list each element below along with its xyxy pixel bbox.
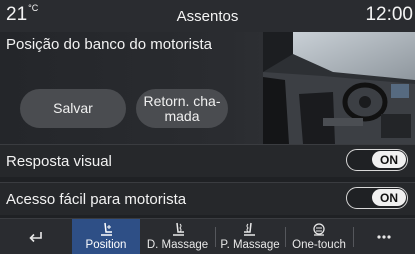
toggle-state: ON bbox=[372, 151, 406, 168]
back-button[interactable] bbox=[0, 219, 72, 254]
passenger-massage-icon bbox=[244, 222, 255, 236]
car-interior-image bbox=[263, 32, 415, 144]
clock: 12:00 bbox=[365, 4, 413, 25]
toggle-state: ON bbox=[372, 189, 406, 206]
setting-row-easy-access: Acesso fácil para motorista ON bbox=[0, 182, 415, 215]
tab-position[interactable]: Position bbox=[72, 219, 140, 254]
setting-label: Acesso fácil para motorista bbox=[6, 191, 187, 208]
tab-driver-massage[interactable]: D. Massage bbox=[140, 219, 215, 254]
save-position-button[interactable]: Salvar bbox=[20, 89, 126, 128]
tab-passenger-massage[interactable]: P. Massage bbox=[215, 219, 285, 254]
driver-massage-icon bbox=[172, 222, 184, 236]
driver-seat-position-panel: Posição do banco do motorista Salvar Ret… bbox=[0, 32, 415, 144]
recall-label-line1: Retorn. cha- bbox=[143, 92, 221, 109]
tab-label: One-touch bbox=[292, 239, 346, 251]
back-arrow-icon bbox=[29, 232, 42, 243]
one-touch-icon bbox=[313, 223, 325, 236]
recall-position-button[interactable]: Retorn. cha- mada bbox=[136, 89, 228, 128]
visual-response-toggle[interactable]: ON bbox=[346, 149, 408, 171]
recall-label-line2: mada bbox=[164, 107, 200, 124]
bottom-tab-bar: Position D. Massage P. Massage One-touch bbox=[0, 218, 415, 254]
easy-access-toggle[interactable]: ON bbox=[346, 187, 408, 209]
setting-label: Resposta visual bbox=[6, 153, 112, 170]
more-icon bbox=[377, 235, 391, 239]
tab-label: Position bbox=[85, 239, 127, 251]
more-options-button[interactable] bbox=[353, 219, 415, 254]
tab-label: P. Massage bbox=[220, 239, 280, 251]
tab-one-touch[interactable]: One-touch bbox=[285, 219, 353, 254]
panel-title: Posição do banco do motorista bbox=[6, 36, 212, 53]
tab-label: D. Massage bbox=[146, 239, 209, 251]
seat-position-icon bbox=[101, 222, 112, 236]
setting-row-visual-response: Resposta visual ON bbox=[0, 144, 415, 177]
status-bar: 21°C Assentos 12:00 bbox=[0, 0, 415, 32]
screen-title: Assentos bbox=[176, 8, 239, 25]
